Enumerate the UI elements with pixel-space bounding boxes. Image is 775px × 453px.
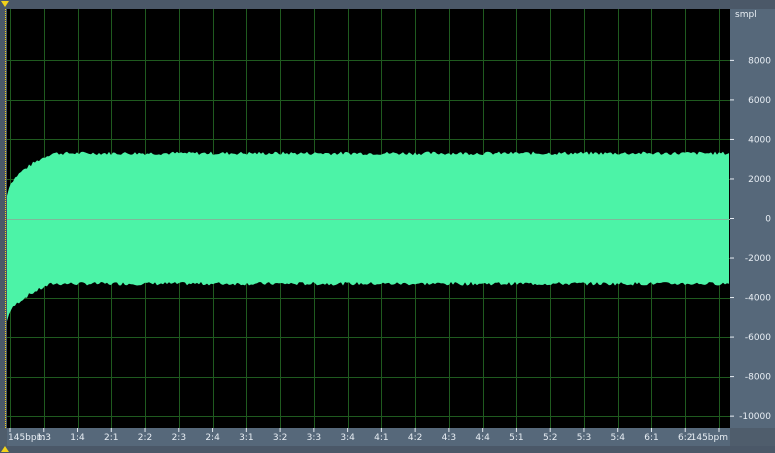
amplitude-tick-label: 8000: [748, 56, 771, 66]
time-tick-label: 1:3: [37, 433, 51, 443]
top-border: [0, 0, 775, 9]
amplitude-tick-label: -4000: [745, 294, 771, 304]
amplitude-tick-label: 0: [765, 215, 771, 225]
cursor-bottom-marker-icon[interactable]: [1, 446, 9, 452]
amplitude-ruler[interactable]: 8000 6000 4000 2000 0 -2000 -4000 -6000 -8000 -10…: [730, 9, 775, 428]
playback-cursor[interactable]: [5, 9, 6, 428]
time-tick-label: 5:4: [610, 433, 625, 443]
bottom-border: [0, 446, 775, 453]
time-tick-label: 5:2: [543, 433, 557, 443]
time-tick-label: 4:4: [475, 433, 490, 443]
time-tick-label: 4:1: [374, 433, 388, 443]
waveform-editor: 8000 6000 4000 2000 0 -2000 -4000 -6000 -8000 -10…: [0, 0, 775, 453]
amplitude-unit-label: smpl: [735, 10, 757, 20]
amplitude-tick-label: -6000: [745, 333, 771, 343]
amplitude-tick-label: -10000: [739, 412, 771, 422]
time-tick-label: 4:2: [408, 433, 422, 443]
time-tick-label: 3:3: [307, 433, 321, 443]
amplitude-tick-label: -8000: [745, 373, 771, 383]
time-tick-label: 145bpm: [691, 433, 728, 443]
time-tick-label: 3:1: [239, 433, 253, 443]
time-tick-label: 5:1: [509, 433, 523, 443]
time-tick-label: 6:1: [644, 433, 658, 443]
time-ruler-ticks: 145bpm 1:3 1:4 2:1 2:2 2:3 2:4 3:1 3:2 3:3 3:4 4:1 4…: [8, 428, 728, 443]
time-tick-label: 5:3: [577, 433, 591, 443]
amplitude-tick-label: -2000: [745, 254, 771, 264]
time-tick-label: 1:4: [70, 433, 85, 443]
waveform-canvas[interactable]: [7, 9, 730, 428]
time-ruler[interactable]: 145bpm 1:3 1:4 2:1 2:2 2:3 2:4 3:1 3:2 3:3 3:4 4:1 4…: [7, 428, 730, 446]
waveform-view[interactable]: [7, 9, 730, 428]
amplitude-tick-label: 4000: [748, 135, 771, 145]
time-tick-label: 3:2: [273, 433, 287, 443]
time-tick-label: 2:3: [172, 433, 186, 443]
time-tick-label: 2:2: [138, 433, 152, 443]
amplitude-tick-label: 2000: [748, 175, 771, 185]
time-tick-label: 2:1: [104, 433, 118, 443]
waveform-signal: [7, 151, 729, 322]
time-tick-label: 2:4: [205, 433, 220, 443]
amplitude-ruler-ticks: 8000 6000 4000 2000 0 -2000 -4000 -6000 -8000 -10…: [730, 56, 771, 422]
amplitude-tick-label: 6000: [748, 96, 771, 106]
time-tick-label: 3:4: [340, 433, 355, 443]
cursor-top-marker-icon[interactable]: [1, 1, 9, 7]
time-tick-label: 4:3: [442, 433, 456, 443]
